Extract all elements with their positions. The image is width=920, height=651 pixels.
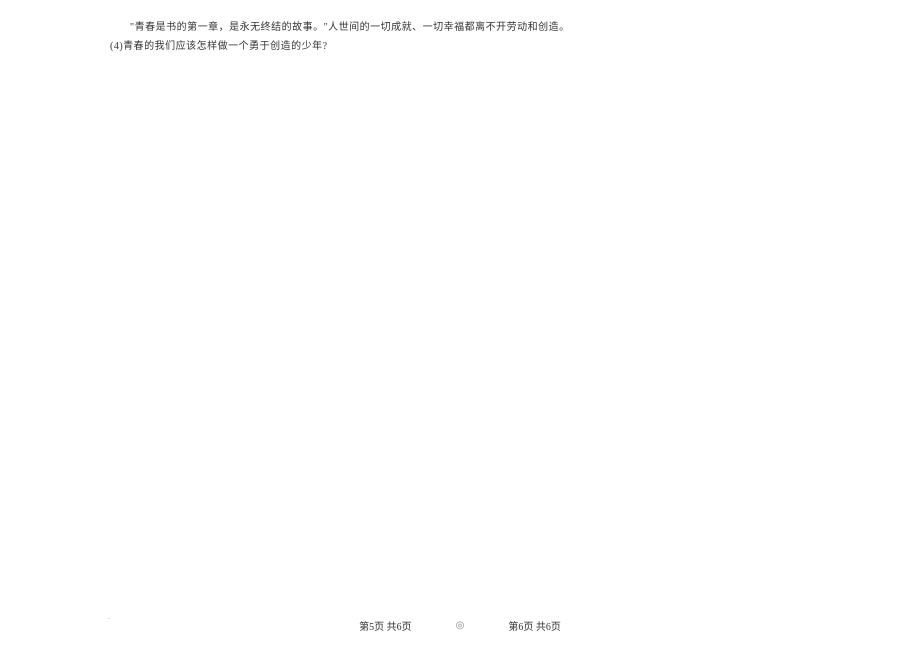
page-number-left: 第5页 共6页: [359, 618, 412, 633]
document-content: "青春是书的第一章，是永无终结的故事。"人世间的一切成就、一切幸福都离不开劳动和…: [110, 20, 860, 56]
page-divider-icon: ◎: [456, 620, 465, 631]
page-number-right: 第6页 共6页: [508, 618, 561, 633]
question-line: (4)青春的我们应该怎样做一个勇于创造的少年?: [110, 38, 860, 56]
quote-line: "青春是书的第一章，是永无终结的故事。"人世间的一切成就、一切幸福都离不开劳动和…: [110, 20, 860, 36]
page-footer: 第5页 共6页 ◎ 第6页 共6页: [0, 618, 920, 633]
